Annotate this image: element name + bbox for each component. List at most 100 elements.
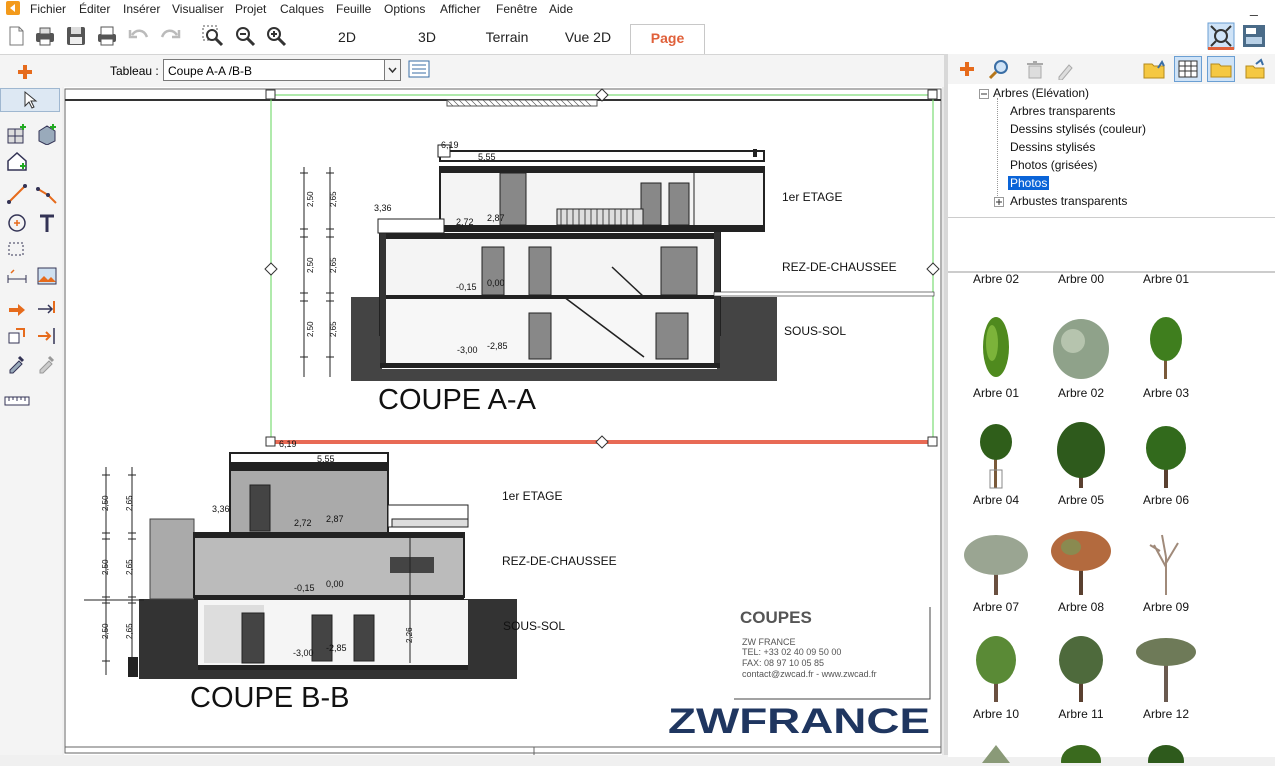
category-tree: Arbres (Elévation) Arbres transparents D… <box>948 84 1275 269</box>
object-tool-icon[interactable] <box>36 123 58 145</box>
search-icon[interactable] <box>988 58 1010 80</box>
zoom-extents-icon[interactable] <box>233 24 257 48</box>
edit-icon[interactable] <box>1054 58 1076 80</box>
image-tool-icon[interactable] <box>36 265 58 287</box>
expand-icon[interactable] <box>994 197 1004 207</box>
tree-item-photos[interactable]: Photos <box>1008 176 1050 190</box>
arrow-right-tool-icon[interactable] <box>6 299 28 321</box>
gallery-item[interactable]: Arbre 01 <box>956 313 1036 400</box>
menu-inserer[interactable]: Insérer <box>123 2 160 16</box>
tree-item-arbustes[interactable]: Arbustes transparents <box>1010 194 1127 208</box>
dimension-tool-icon[interactable] <box>6 265 28 287</box>
sheet-select[interactable]: Coupe A-A /B-B <box>163 59 401 81</box>
app-logo-icon[interactable] <box>6 1 20 15</box>
tree-item-arbres-transparents[interactable]: Arbres transparents <box>1010 104 1115 118</box>
collapse-icon[interactable] <box>979 89 989 99</box>
mirror-tool-icon[interactable] <box>36 325 58 347</box>
tree-item-photos-grisees[interactable]: Photos (grisées) <box>1010 158 1097 172</box>
willow-tree-icon <box>964 535 1028 595</box>
section-b-level-1: 1er ETAGE <box>502 489 562 503</box>
zoom-window-icon[interactable] <box>201 24 225 48</box>
menu-fenetre[interactable]: Fenêtre <box>496 2 537 16</box>
new-file-icon[interactable] <box>4 24 28 48</box>
gallery-item[interactable]: Arbre 08 <box>1041 527 1121 614</box>
tab-page[interactable]: Page <box>630 24 705 54</box>
title-block-line-3: FAX: 08 97 10 05 85 <box>742 658 824 668</box>
minimize-button[interactable]: _ <box>1250 0 1258 16</box>
add-icon[interactable] <box>16 63 34 81</box>
section-a-title: COUPE A-A <box>378 384 537 416</box>
wall-tool-icon[interactable] <box>6 123 28 145</box>
bare-tree-icon <box>1149 534 1179 595</box>
folder-up-icon[interactable] <box>1142 58 1166 80</box>
line-tool-icon[interactable] <box>6 183 28 205</box>
pro-panel-icon[interactable] <box>1242 24 1266 48</box>
copy-tool-icon[interactable] <box>6 325 28 347</box>
chevron-down-icon[interactable] <box>384 60 400 80</box>
polyline-tool-icon[interactable] <box>36 183 58 205</box>
gallery-item[interactable]: Arbre 00 <box>1041 272 1121 286</box>
sheet-list-icon[interactable] <box>408 60 430 78</box>
paint-tool-icon[interactable] <box>36 352 58 374</box>
grid-view-button[interactable] <box>1174 56 1202 82</box>
text-tool-icon[interactable] <box>36 212 58 234</box>
gallery-item[interactable]: Arbre 06 <box>1126 420 1206 507</box>
gallery-item[interactable]: Arbre 10 <box>956 634 1036 721</box>
tree-item-dessins-couleur[interactable]: Dessins stylisés (couleur) <box>1010 122 1146 136</box>
tab-3d[interactable]: 3D <box>392 24 462 53</box>
rectangle-select-tool-icon[interactable] <box>6 239 28 261</box>
gallery-item[interactable]: Arbre 12 <box>1126 634 1206 721</box>
tab-2d[interactable]: 2D <box>312 24 382 53</box>
menu-calques[interactable]: Calques <box>280 2 324 16</box>
gallery-item[interactable]: Arbre 02 <box>1041 313 1121 400</box>
library-toolbar <box>948 54 1275 84</box>
menu-projet[interactable]: Projet <box>235 2 266 16</box>
menu-fichier[interactable]: Fichier <box>30 2 66 16</box>
panel-splitter[interactable] <box>944 54 948 755</box>
round-tree-icon <box>1148 745 1184 766</box>
eyedropper-tool-icon[interactable] <box>6 352 28 374</box>
menu-aide[interactable]: Aide <box>549 2 573 16</box>
fullscreen-view-icon[interactable] <box>1207 22 1235 50</box>
add-icon[interactable] <box>958 60 976 78</box>
tree-root[interactable]: Arbres (Elévation) <box>993 86 1089 100</box>
import-folder-icon[interactable] <box>1244 58 1266 80</box>
gallery-item[interactable]: Arbre 02 <box>956 272 1036 286</box>
gallery-item[interactable]: Arbre 03 <box>1126 313 1206 400</box>
gallery-item-label: Arbre 03 <box>1142 386 1190 400</box>
measure-tool-icon[interactable] <box>4 389 30 411</box>
gallery-item[interactable]: Arbre 04 <box>956 420 1036 507</box>
gallery-item[interactable]: Arbre 09 <box>1126 527 1206 614</box>
select-tool[interactable] <box>0 88 60 112</box>
folder-view-button[interactable] <box>1207 56 1235 82</box>
save-icon[interactable] <box>64 24 88 48</box>
delete-icon[interactable] <box>1024 58 1046 80</box>
gallery-item[interactable]: Arbre 11 <box>1041 634 1121 721</box>
menu-feuille[interactable]: Feuille <box>336 2 371 16</box>
gallery-item[interactable]: Arbre 01 <box>1126 272 1206 286</box>
conifer-tree-icon <box>982 745 1010 763</box>
house-tool-icon[interactable] <box>6 150 28 172</box>
gallery-item[interactable]: Arbre 05 <box>1041 420 1121 507</box>
zoom-in-icon[interactable] <box>264 24 288 48</box>
page-layout-canvas[interactable]: 1er ETAGE REZ-DE-CHAUSSEE SOUS-SOL COUPE… <box>64 87 944 755</box>
menu-visualiser[interactable]: Visualiser <box>172 2 224 16</box>
undo-icon[interactable] <box>127 24 151 48</box>
section-b-elev-3: 3,36 <box>212 504 230 514</box>
circle-tool-icon[interactable] <box>6 212 28 234</box>
autumn-tree-icon <box>1051 531 1111 595</box>
print-preview-icon[interactable] <box>95 24 119 48</box>
tab-terrain[interactable]: Terrain <box>472 24 542 53</box>
menu-options[interactable]: Options <box>384 2 425 16</box>
redo-icon[interactable] <box>158 24 182 48</box>
menu-afficher[interactable]: Afficher <box>440 2 480 16</box>
move-tool-icon[interactable] <box>36 299 58 321</box>
left-tool-palette <box>0 87 62 755</box>
gallery-item[interactable]: Arbre 07 <box>956 527 1036 614</box>
print-icon[interactable] <box>33 24 57 48</box>
tree-item-dessins-stylises[interactable]: Dessins stylisés <box>1010 140 1095 154</box>
section-a-dim-2: 2,65 <box>329 191 338 207</box>
menu-editer[interactable]: Éditer <box>79 2 110 16</box>
section-a-elev-8: -3,00 <box>457 345 478 355</box>
tab-vue-2d[interactable]: Vue 2D <box>552 24 624 53</box>
